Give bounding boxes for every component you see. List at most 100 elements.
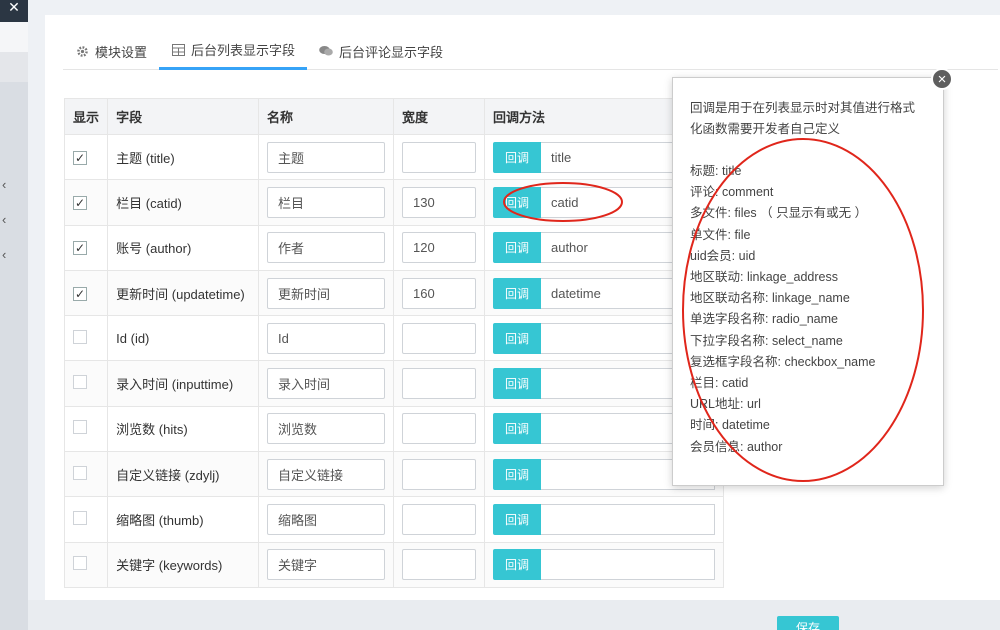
show-checkbox[interactable] <box>73 556 87 571</box>
close-corner[interactable]: ✕ <box>0 0 28 22</box>
close-x-icon[interactable]: ✕ <box>6 0 22 16</box>
show-checkbox[interactable] <box>73 511 87 526</box>
callback-button[interactable]: 回调 <box>492 322 541 354</box>
popover-item: 栏目: catid <box>690 376 749 391</box>
cell-field: 缩略图 (thumb) <box>107 496 259 543</box>
tab-bar: 模块设置 后台列表显示字段 后台评论显示字段 <box>63 32 998 70</box>
chevron-left-icon[interactable]: ‹ <box>2 248 14 262</box>
popover-item: 标题: title <box>690 164 742 178</box>
callback-button[interactable]: 回调 <box>492 277 541 309</box>
cell-field: 自定义链接 (zdylj) <box>107 451 259 498</box>
callback-button[interactable]: 回调 <box>492 232 541 264</box>
save-button[interactable]: 保存 <box>777 616 839 630</box>
table-row: 自定义链接 (zdylj) 自定义链接 回调 <box>63 451 725 498</box>
name-input[interactable]: 自定义链接 <box>266 458 385 490</box>
show-checkbox[interactable]: ✓ <box>73 286 87 301</box>
table-row: ✓ 更新时间 (updatetime) 更新时间 160 回调 datetime <box>63 269 725 317</box>
width-input[interactable]: 130 <box>401 186 476 218</box>
show-checkbox[interactable] <box>73 375 87 390</box>
table-row: 关键字 (keywords) 关键字 回调 <box>63 541 725 588</box>
popover-item: 下拉字段名称: select_name <box>690 333 843 348</box>
cell-name: 缩略图 <box>257 496 394 543</box>
chevron-left-icon[interactable]: ‹ <box>2 213 14 227</box>
cell-width: 160 <box>392 269 485 317</box>
cell-show <box>63 405 109 453</box>
chevron-left-icon[interactable]: ‹ <box>2 178 14 192</box>
callback-button[interactable]: 回调 <box>492 368 541 400</box>
name-input[interactable]: 作者 <box>266 232 385 264</box>
cell-width <box>392 133 485 181</box>
cell-show <box>63 360 109 407</box>
width-input[interactable]: 160 <box>401 277 476 309</box>
width-input[interactable] <box>401 504 476 536</box>
show-checkbox[interactable] <box>73 465 87 480</box>
name-input[interactable]: 更新时间 <box>266 277 385 309</box>
table-row: 录入时间 (inputtime) 录入时间 回调 <box>63 360 725 407</box>
width-input[interactable]: 120 <box>401 232 476 264</box>
show-checkbox[interactable] <box>73 420 87 435</box>
callback-group: 回调 <box>492 504 715 536</box>
callback-button[interactable]: 回调 <box>492 458 541 490</box>
callback-button[interactable]: 回调 <box>492 504 541 536</box>
popover-item: 评论: comment <box>690 185 774 200</box>
cell-width <box>392 405 485 453</box>
cell-show <box>63 541 109 588</box>
width-input[interactable] <box>401 549 476 581</box>
cell-show: ✓ <box>63 179 109 226</box>
cell-name: 自定义链接 <box>257 451 394 498</box>
cell-name: 更新时间 <box>257 269 394 317</box>
callback-button[interactable]: 回调 <box>492 549 541 581</box>
popover-list: 标题: title 评论: comment 多文件: files （ 只显示有或无 … <box>690 161 926 458</box>
callback-button[interactable]: 回调 <box>492 186 541 218</box>
name-input[interactable]: 主题 <box>266 141 385 173</box>
col-header-field: 字段 <box>107 98 259 135</box>
width-input[interactable] <box>401 413 476 445</box>
sidebar-menu: ‹ ‹ ‹ <box>0 82 28 630</box>
callback-input[interactable] <box>540 504 715 536</box>
tab-label: 后台列表显示字段 <box>191 43 296 58</box>
width-input[interactable] <box>401 458 476 490</box>
cell-show <box>63 315 109 362</box>
cell-name: 栏目 <box>257 179 394 226</box>
col-header-width: 宽度 <box>392 98 485 135</box>
popover-item: 多文件: files （ 只显示有或无 ） <box>690 206 868 221</box>
cell-field: 浏览数 (hits) <box>107 405 259 453</box>
tab-comment-fields[interactable]: 后台评论显示字段 <box>307 32 455 70</box>
cell-show <box>63 496 109 543</box>
callback-input[interactable] <box>540 549 715 581</box>
table-header-row: 显示 字段 名称 宽度 回调方法 <box>63 98 725 135</box>
popover-item: uid会员: uid <box>690 248 756 263</box>
popover-item: 地区联动: linkage_address <box>690 270 838 285</box>
comments-icon <box>319 44 333 58</box>
close-icon[interactable]: × <box>931 68 953 90</box>
width-input[interactable] <box>401 368 476 400</box>
show-checkbox[interactable]: ✓ <box>73 150 87 165</box>
width-input[interactable] <box>401 141 476 173</box>
cell-field: Id (id) <box>107 315 259 362</box>
callback-button[interactable]: 回调 <box>492 141 541 173</box>
popover-item: 复选框字段名称: checkbox_name <box>690 354 876 369</box>
table-icon <box>171 43 185 57</box>
name-input[interactable]: 录入时间 <box>266 368 385 400</box>
name-input[interactable]: 浏览数 <box>266 413 385 445</box>
width-input[interactable] <box>401 322 476 354</box>
cell-callback: 回调 <box>483 541 725 588</box>
table-row: ✓ 主题 (title) 主题 回调 title <box>63 133 725 181</box>
col-header-name: 名称 <box>257 98 394 135</box>
tab-list-fields[interactable]: 后台列表显示字段 <box>159 32 308 70</box>
show-checkbox[interactable]: ✓ <box>73 195 87 210</box>
callback-button[interactable]: 回调 <box>492 413 541 445</box>
cell-name: Id <box>257 315 394 362</box>
cell-width: 120 <box>392 224 485 271</box>
show-checkbox[interactable] <box>73 329 87 344</box>
name-input[interactable]: 栏目 <box>266 186 385 218</box>
table-row: 缩略图 (thumb) 缩略图 回调 <box>63 496 725 543</box>
tab-module-settings[interactable]: 模块设置 <box>63 32 159 70</box>
callback-group: 回调 <box>492 549 715 581</box>
name-input[interactable]: 缩略图 <box>266 504 385 536</box>
show-checkbox[interactable]: ✓ <box>73 241 87 256</box>
name-input[interactable]: Id <box>266 322 385 354</box>
popover-item: URL地址: url <box>690 397 761 412</box>
name-input[interactable]: 关键字 <box>266 549 385 581</box>
cell-callback: 回调 <box>483 496 725 543</box>
